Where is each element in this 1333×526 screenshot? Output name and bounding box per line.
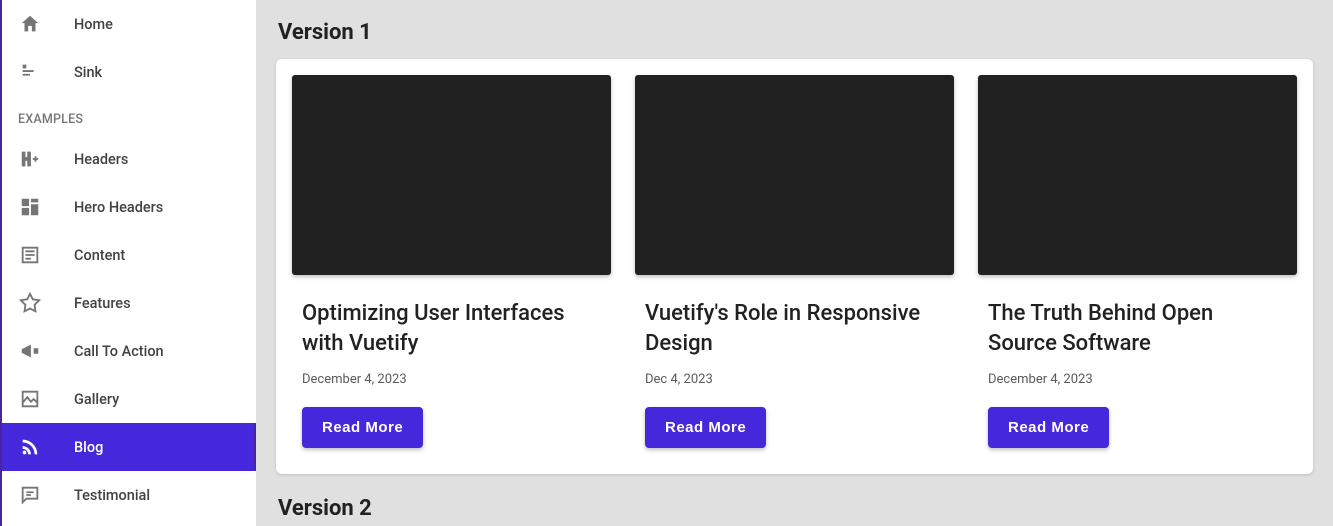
- sidebar-item-label: Features: [74, 295, 131, 312]
- sidebar-item-features[interactable]: Features: [2, 279, 256, 327]
- sidebar-item-content[interactable]: Content: [2, 231, 256, 279]
- sidebar: Home Sink EXAMPLES Headers Hero Headers …: [0, 0, 256, 526]
- post-title: The Truth Behind Open Source Software: [988, 299, 1287, 358]
- section-title-v2: Version 2: [278, 496, 1311, 521]
- sidebar-item-cta[interactable]: Call To Action: [2, 327, 256, 375]
- post-title: Optimizing User Interfaces with Vuetify: [302, 299, 601, 358]
- sidebar-item-label: Gallery: [74, 391, 119, 408]
- sidebar-item-headers[interactable]: Headers: [2, 135, 256, 183]
- sidebar-group-label: EXAMPLES: [2, 96, 256, 135]
- sidebar-item-gallery[interactable]: Gallery: [2, 375, 256, 423]
- sidebar-item-home[interactable]: Home: [2, 0, 256, 48]
- main-content: Version 1 Optimizing User Interfaces wit…: [256, 0, 1333, 526]
- read-more-button[interactable]: Read More: [302, 407, 423, 448]
- post-date: December 4, 2023: [988, 372, 1287, 387]
- sidebar-item-hero-headers[interactable]: Hero Headers: [2, 183, 256, 231]
- home-icon: [18, 12, 42, 36]
- read-more-button[interactable]: Read More: [988, 407, 1109, 448]
- content-icon: [18, 243, 42, 267]
- sink-icon: [18, 60, 42, 84]
- blog-post-card: Vuetify's Role in Responsive Design Dec …: [635, 75, 954, 458]
- sidebar-item-label: Blog: [74, 439, 103, 456]
- star-icon: [18, 291, 42, 315]
- dashboard-icon: [18, 195, 42, 219]
- sidebar-item-sink[interactable]: Sink: [2, 48, 256, 96]
- sidebar-item-testimonial[interactable]: Testimonial: [2, 471, 256, 519]
- post-thumbnail: [635, 75, 954, 275]
- sidebar-item-label: Sink: [74, 64, 102, 81]
- blog-post-card: The Truth Behind Open Source Software De…: [978, 75, 1297, 458]
- section-title-v1: Version 1: [278, 20, 1311, 45]
- post-title: Vuetify's Role in Responsive Design: [645, 299, 944, 358]
- blog-card-grid: Optimizing User Interfaces with Vuetify …: [276, 59, 1313, 474]
- sidebar-item-label: Headers: [74, 151, 128, 168]
- read-more-button[interactable]: Read More: [645, 407, 766, 448]
- rss-icon: [18, 435, 42, 459]
- post-date: Dec 4, 2023: [645, 372, 944, 387]
- image-icon: [18, 387, 42, 411]
- sidebar-item-label: Content: [74, 247, 125, 264]
- blog-post-card: Optimizing User Interfaces with Vuetify …: [292, 75, 611, 458]
- sidebar-item-label: Call To Action: [74, 343, 164, 360]
- chat-icon: [18, 483, 42, 507]
- post-thumbnail: [978, 75, 1297, 275]
- sidebar-item-label: Home: [74, 16, 113, 33]
- heading-icon: [18, 147, 42, 171]
- sidebar-item-blog[interactable]: Blog: [2, 423, 256, 471]
- sidebar-item-label: Testimonial: [74, 487, 150, 504]
- sidebar-item-label: Hero Headers: [74, 199, 163, 216]
- post-thumbnail: [292, 75, 611, 275]
- megaphone-icon: [18, 339, 42, 363]
- post-date: December 4, 2023: [302, 372, 601, 387]
